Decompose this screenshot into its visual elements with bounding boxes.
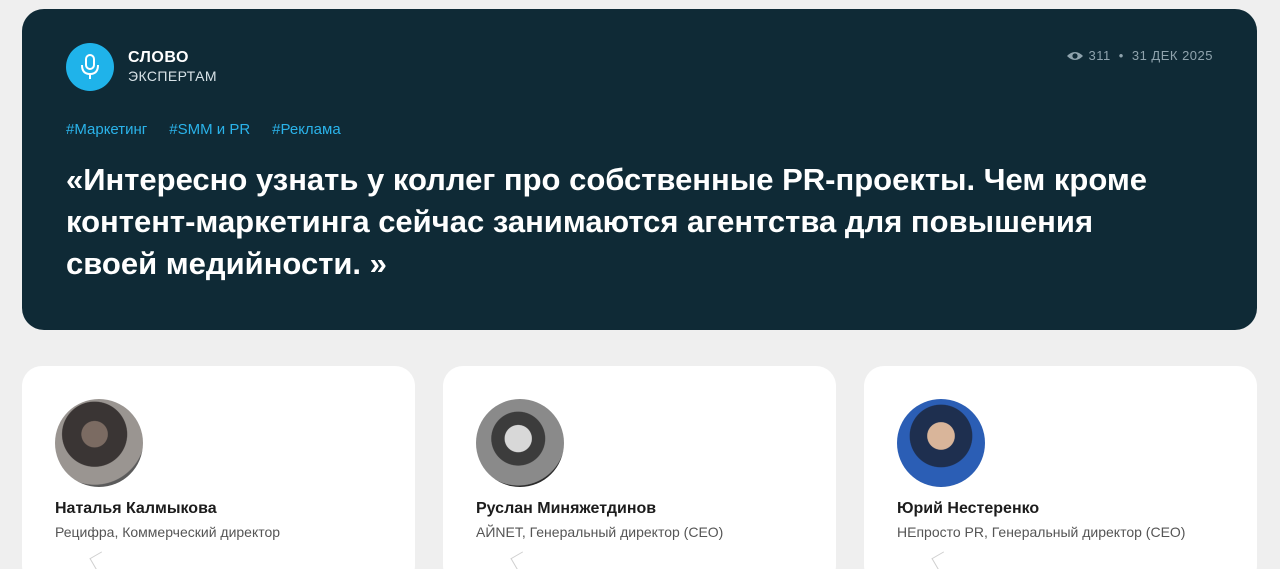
eye-icon [1066,50,1084,62]
avatar [897,399,985,487]
tag-marketing[interactable]: #Маркетинг [66,121,147,138]
quote-pointer-icon [89,551,109,569]
brand-logo[interactable]: СЛОВО ЭКСПЕРТАМ [66,43,217,91]
quote-pointer-icon [931,551,951,569]
expert-card[interactable]: Наталья Калмыкова Рецифра, Коммерческий … [22,366,415,569]
view-count: 311 [1088,48,1111,63]
avatar [476,399,564,487]
avatar [55,399,143,487]
microphone-icon [66,43,114,91]
expert-card[interactable]: Юрий Нестеренко НЕпросто PR, Генеральный… [864,366,1257,569]
expert-name: Юрий Нестеренко [897,500,1040,517]
expert-role: АЙNET, Генеральный директор (CEO) [476,524,724,540]
quote-pointer-icon [510,551,530,569]
meta-separator: • [1118,48,1124,63]
tag-advertising[interactable]: #Реклама [272,121,341,138]
expert-name: Наталья Калмыкова [55,500,217,517]
expert-role: НЕпросто PR, Генеральный директор (CEO) [897,524,1186,540]
brand-title: СЛОВО [128,49,189,66]
question-quote: «Интересно узнать у коллег про собственн… [66,162,1148,281]
post-date: 31 ДЕК 2025 [1131,48,1213,63]
question-banner: СЛОВО ЭКСПЕРТАМ 311 • 31 ДЕК 2025 #Марке… [22,9,1257,330]
tag-list: #Маркетинг #SMM и PR #Реклама [66,121,363,138]
brand-subtitle: ЭКСПЕРТАМ [128,68,217,84]
expert-card[interactable]: Руслан Миняжетдинов АЙNET, Генеральный д… [443,366,836,569]
expert-role: Рецифра, Коммерческий директор [55,524,281,540]
expert-name: Руслан Миняжетдинов [476,500,657,517]
tag-smm-pr[interactable]: #SMM и PR [169,121,250,138]
post-meta: 311 • 31 ДЕК 2025 [1066,48,1213,63]
